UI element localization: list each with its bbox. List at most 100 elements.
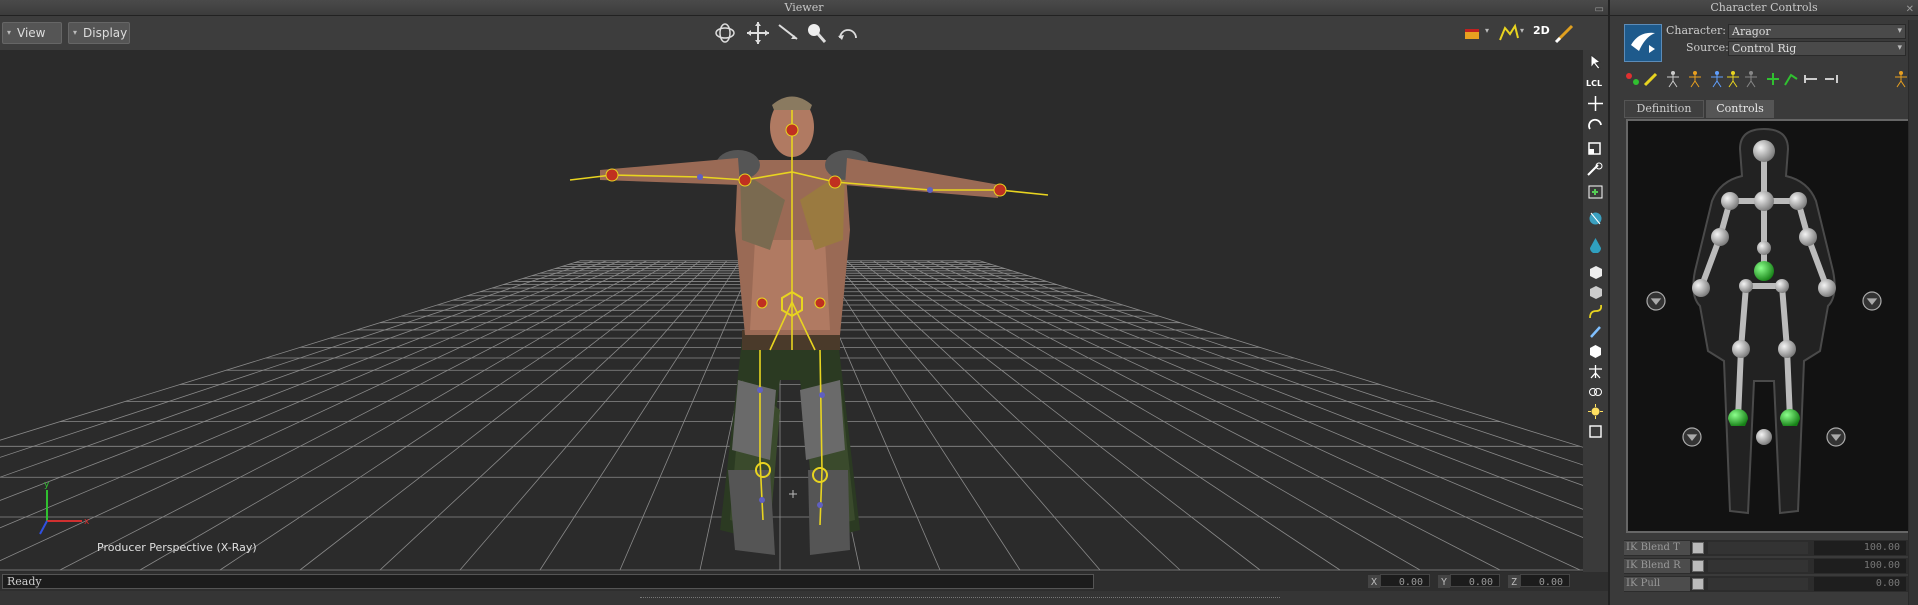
ground-grid: y x [0, 96, 1583, 571]
character-tools-row [1624, 68, 1914, 92]
rotate-icon[interactable] [1586, 117, 1605, 134]
dropdown-arrow-icon[interactable]: ▾ [1520, 26, 1524, 35]
brush-icon[interactable] [1554, 20, 1576, 46]
close-icon[interactable]: ✕ [1906, 2, 1914, 18]
cube-icon[interactable] [1586, 263, 1605, 280]
pencil-icon[interactable] [1642, 70, 1660, 88]
lcl-icon[interactable]: LCL [1586, 75, 1605, 92]
ik-blend-t-value[interactable]: 100.00 [1814, 541, 1906, 555]
status-text: Ready [2, 574, 1094, 589]
bottom-splitter[interactable] [0, 591, 1608, 605]
translate-icon[interactable] [1586, 95, 1605, 112]
hips-effector[interactable] [1754, 261, 1774, 281]
ik-blend-r-row: IK Blend R 100.00 [1624, 558, 1918, 574]
select-icon[interactable] [1586, 53, 1605, 70]
vertical-scrollbar[interactable] [1908, 20, 1918, 605]
reference-control[interactable] [1756, 429, 1772, 445]
drop-icon[interactable] [1586, 236, 1605, 253]
ik-blend-r-slider[interactable] [1708, 560, 1808, 572]
head-control[interactable] [1753, 140, 1775, 162]
pan-icon[interactable] [745, 20, 771, 46]
globe-icon[interactable] [1586, 210, 1605, 227]
character-logo-icon[interactable] [1624, 24, 1662, 62]
body-part-icon[interactable] [1686, 70, 1704, 88]
left-shoulder-control[interactable] [1721, 192, 1739, 210]
character-control-figure[interactable] [1626, 119, 1910, 533]
ik-blend-r-value[interactable]: 100.00 [1814, 559, 1906, 573]
chevron-down-icon: ▾ [1897, 26, 1902, 36]
y-coordinate-field[interactable]: 0.00 [1450, 574, 1500, 588]
y-coordinate: Y 0.00 [1438, 574, 1500, 589]
dropdown-arrow-icon: ▾ [73, 28, 78, 37]
tab-controls[interactable]: Controls [1706, 100, 1774, 118]
hexagon-icon[interactable] [1586, 343, 1605, 360]
zoom-icon[interactable] [803, 20, 829, 46]
display-menu-button[interactable]: ▾ Display [68, 22, 130, 44]
left-hand-control[interactable] [1692, 279, 1710, 297]
view-menu-button[interactable]: ▾ View [2, 22, 62, 44]
viewer-title: Viewer [784, 1, 824, 14]
right-knee-control[interactable] [1778, 340, 1796, 358]
2d-icon[interactable]: 2D [1533, 24, 1550, 37]
drag-icon[interactable] [776, 20, 802, 46]
keyframe-icon[interactable] [1586, 183, 1605, 200]
chest-control[interactable] [1754, 191, 1774, 211]
status-bar: Ready X 0.00 Y 0.00 Z 0.00 [0, 572, 1608, 591]
splitter-grip[interactable] [640, 597, 1280, 599]
curve-icon[interactable] [1586, 303, 1605, 320]
right-shoulder-control[interactable] [1789, 192, 1807, 210]
origin-marker [789, 490, 797, 498]
spine-control[interactable] [1757, 241, 1771, 255]
fk-icon[interactable] [1764, 70, 1782, 88]
skeleton-icon[interactable] [1586, 363, 1605, 380]
z-coordinate-field[interactable]: 0.00 [1520, 574, 1570, 588]
character-select[interactable]: Aragor ▾ [1728, 24, 1906, 39]
viewer-toolbar: ▾ View ▾ Display ▾ ▾ 2D [0, 16, 1608, 50]
right-hand-control[interactable] [1818, 279, 1836, 297]
tab-definition[interactable]: Definition [1624, 100, 1704, 118]
render-icon[interactable] [1463, 20, 1483, 46]
pin-icon[interactable] [1802, 70, 1820, 88]
x-coordinate: X 0.00 [1368, 574, 1430, 589]
left-hip-control[interactable] [1739, 279, 1753, 293]
release-icon[interactable] [1822, 70, 1840, 88]
character-model[interactable] [569, 96, 1049, 556]
left-knee-control[interactable] [1732, 340, 1750, 358]
key-toggle[interactable] [1692, 542, 1704, 554]
pose-icon[interactable] [1724, 70, 1742, 88]
source-select[interactable]: Control Rig ▾ [1728, 41, 1906, 56]
right-hip-control[interactable] [1775, 279, 1789, 293]
key-toggle[interactable] [1692, 560, 1704, 572]
viewer-pane: Viewer ▭ ▾ View ▾ Display ▾ ▾ 2D y x Pro… [0, 0, 1608, 605]
svg-text:x: x [84, 517, 90, 527]
right-elbow-control[interactable] [1799, 228, 1817, 246]
scale-icon[interactable] [1586, 139, 1605, 156]
ik-pull-value[interactable]: 0.00 [1814, 577, 1906, 591]
axis-gizmo: y x [39, 480, 90, 535]
box-icon[interactable] [1586, 283, 1605, 300]
key-toggle[interactable] [1692, 578, 1704, 590]
frame-icon[interactable] [1586, 423, 1605, 440]
ik-properties: IK Blend T 100.00 IK Blend R 100.00 IK P… [1624, 540, 1918, 605]
chevron-down-icon: ▾ [1897, 43, 1902, 53]
ik-pull-slider[interactable] [1708, 578, 1808, 590]
light-icon[interactable] [1586, 403, 1605, 420]
3d-viewport[interactable]: y x [0, 50, 1583, 572]
app-window: Viewer ▭ ▾ View ▾ Display ▾ ▾ 2D y x Pro… [0, 0, 1918, 605]
orbit-icon[interactable] [712, 20, 738, 46]
x-coordinate-field[interactable]: 0.00 [1380, 574, 1430, 588]
left-elbow-control[interactable] [1711, 228, 1729, 246]
link-icon[interactable] [1586, 383, 1605, 400]
manipulate-icon[interactable] [1586, 161, 1605, 178]
stick-figure-icon[interactable] [1664, 70, 1682, 88]
ik-icon[interactable] [1782, 70, 1800, 88]
ghost-icon[interactable] [1742, 70, 1760, 88]
ik-blend-t-slider[interactable] [1708, 542, 1808, 554]
character-controls-title: Character Controls [1710, 1, 1818, 14]
effector-icon[interactable] [1624, 70, 1642, 88]
curve-icon[interactable] [1498, 20, 1520, 46]
dropdown-arrow-icon[interactable]: ▾ [1485, 26, 1489, 35]
paint-icon[interactable] [1586, 323, 1605, 340]
character-header: Character: Aragor ▾ Source: Control Rig ▾ [1624, 24, 1906, 66]
undo-icon[interactable] [835, 20, 861, 46]
